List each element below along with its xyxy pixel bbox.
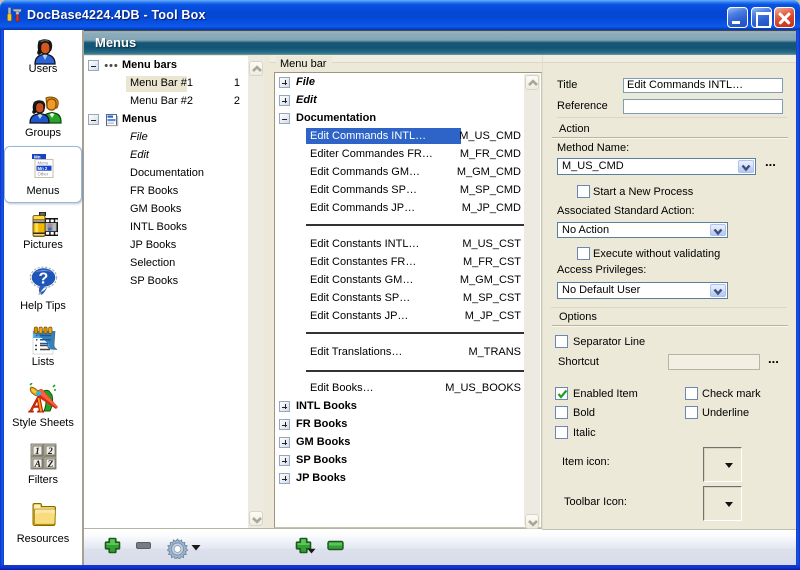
svg-text:Mn 2: Mn 2 bbox=[38, 166, 48, 171]
svg-text:?: ? bbox=[39, 271, 49, 288]
svg-text:2: 2 bbox=[47, 447, 53, 457]
svg-text:Z: Z bbox=[47, 460, 54, 470]
svg-text:1: 1 bbox=[35, 447, 40, 457]
svg-text:Mn: Mn bbox=[34, 154, 41, 159]
svg-text:Menu: Menu bbox=[38, 161, 49, 166]
svg-text:A: A bbox=[34, 460, 41, 470]
svg-text:Other: Other bbox=[38, 171, 49, 176]
